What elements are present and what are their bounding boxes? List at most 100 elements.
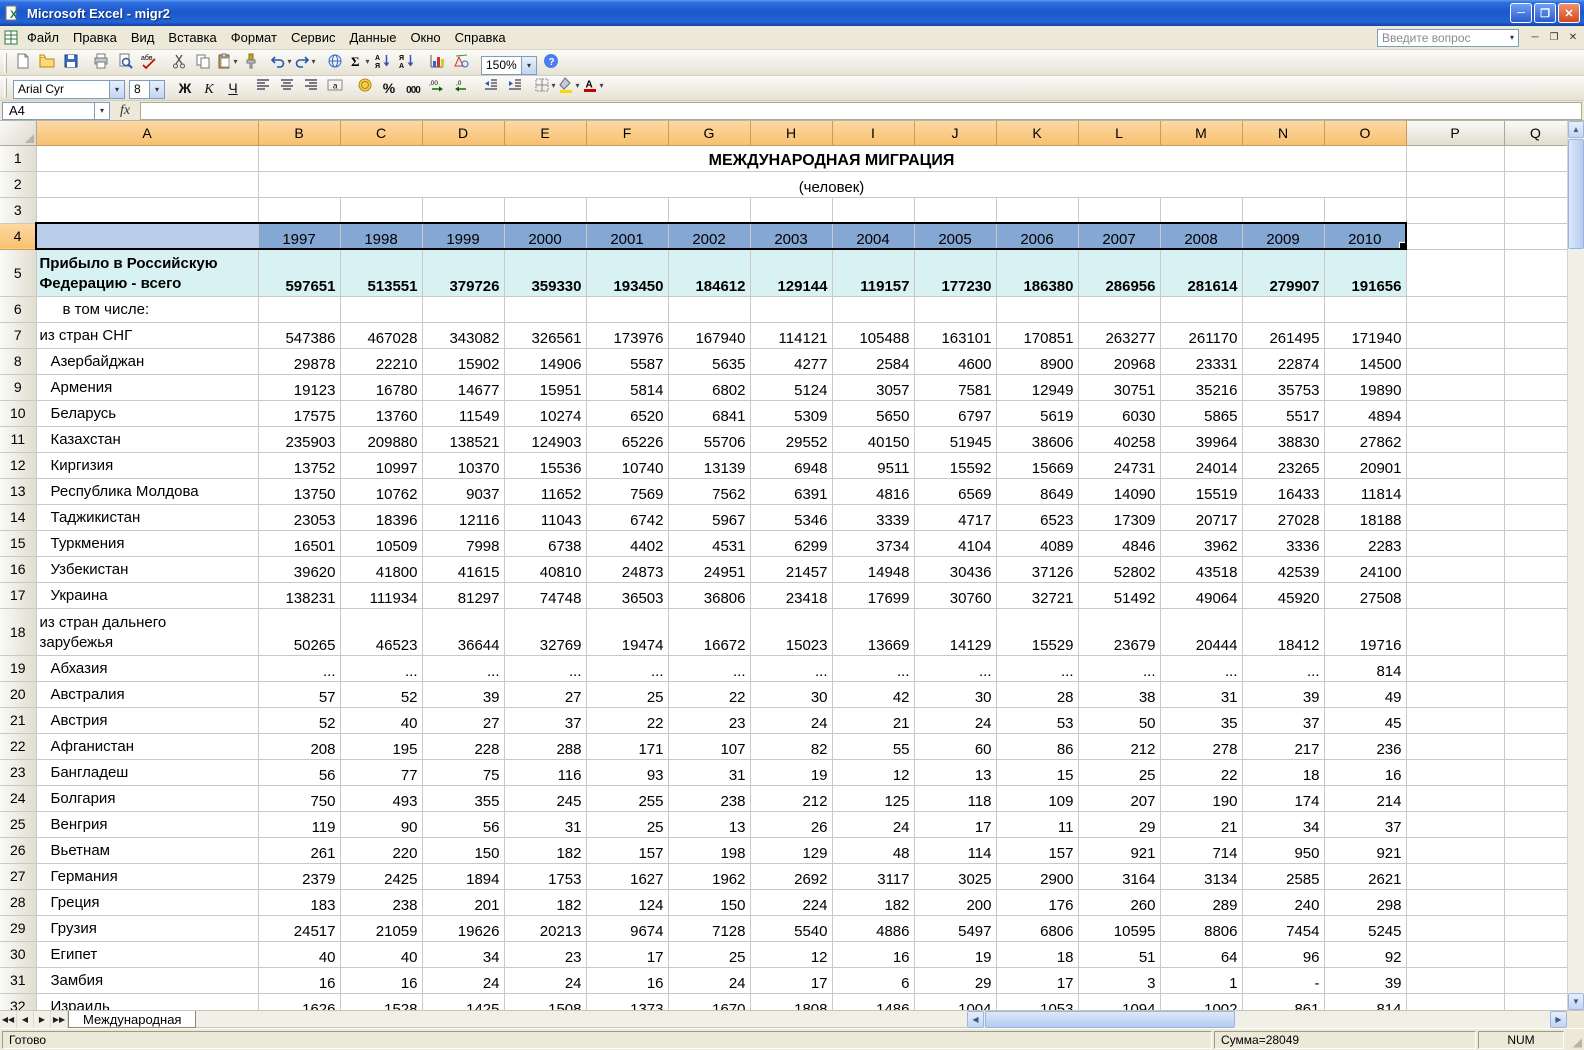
cell[interactable]: 39964 bbox=[1160, 426, 1242, 452]
cell[interactable] bbox=[1406, 863, 1504, 889]
menu-insert[interactable]: Вставка bbox=[161, 27, 223, 48]
first-sheet-button[interactable]: ◀◀ bbox=[0, 1011, 17, 1028]
cell[interactable]: 15592 bbox=[914, 452, 996, 478]
column-header-G[interactable]: G bbox=[668, 121, 750, 145]
cell[interactable]: 17 bbox=[914, 811, 996, 837]
cell[interactable]: 5814 bbox=[586, 374, 668, 400]
percent-button[interactable]: % bbox=[378, 77, 400, 99]
cell[interactable]: 13 bbox=[668, 811, 750, 837]
cell[interactable]: 1627 bbox=[586, 863, 668, 889]
cell[interactable] bbox=[1504, 171, 1567, 197]
chevron-down-icon[interactable]: ▾ bbox=[109, 81, 124, 98]
cell[interactable]: 6797 bbox=[914, 400, 996, 426]
cell[interactable] bbox=[1504, 915, 1567, 941]
cell[interactable]: 298 bbox=[1324, 889, 1406, 915]
cell[interactable]: 25 bbox=[1078, 759, 1160, 785]
row-header-18[interactable]: 18 bbox=[0, 608, 36, 655]
cell[interactable]: 55 bbox=[832, 733, 914, 759]
cell[interactable]: 30436 bbox=[914, 556, 996, 582]
cell[interactable] bbox=[36, 197, 258, 223]
cut-button[interactable] bbox=[168, 50, 190, 72]
cell[interactable]: 15951 bbox=[504, 374, 586, 400]
cell[interactable]: 184612 bbox=[668, 249, 750, 296]
column-header-L[interactable]: L bbox=[1078, 121, 1160, 145]
cell[interactable]: 36806 bbox=[668, 582, 750, 608]
cell[interactable]: 12 bbox=[832, 759, 914, 785]
cell[interactable]: 92 bbox=[1324, 941, 1406, 967]
borders-button[interactable]: ▾ bbox=[534, 74, 556, 96]
cell[interactable]: 74748 bbox=[504, 582, 586, 608]
cell[interactable]: 1626 bbox=[258, 993, 340, 1010]
cell[interactable]: 2692 bbox=[750, 863, 832, 889]
cell[interactable]: 547386 bbox=[258, 322, 340, 348]
cell[interactable]: 6523 bbox=[996, 504, 1078, 530]
cell[interactable]: 96 bbox=[1242, 941, 1324, 967]
cell[interactable]: 15536 bbox=[504, 452, 586, 478]
cell[interactable] bbox=[1504, 863, 1567, 889]
cell[interactable]: 209880 bbox=[340, 426, 422, 452]
cell[interactable]: 13750 bbox=[258, 478, 340, 504]
cell[interactable]: 5497 bbox=[914, 915, 996, 941]
cell[interactable]: 23331 bbox=[1160, 348, 1242, 374]
cell[interactable]: 1998 bbox=[340, 223, 422, 249]
cell[interactable]: 20444 bbox=[1160, 608, 1242, 655]
row-header-11[interactable]: 11 bbox=[0, 426, 36, 452]
cell[interactable]: 14948 bbox=[832, 556, 914, 582]
cell[interactable]: 22 bbox=[668, 681, 750, 707]
cell[interactable] bbox=[1504, 556, 1567, 582]
cell[interactable]: 3 bbox=[1078, 967, 1160, 993]
currency-button[interactable] bbox=[354, 74, 376, 96]
cell[interactable]: 24100 bbox=[1324, 556, 1406, 582]
previous-sheet-button[interactable]: ◀ bbox=[17, 1011, 34, 1028]
cell[interactable]: 6738 bbox=[504, 530, 586, 556]
cell[interactable]: 35753 bbox=[1242, 374, 1324, 400]
bold-button[interactable]: Ж bbox=[174, 77, 196, 99]
row-header-24[interactable]: 24 bbox=[0, 785, 36, 811]
copy-button[interactable] bbox=[192, 50, 214, 72]
cell[interactable] bbox=[1406, 400, 1504, 426]
cell[interactable]: 16672 bbox=[668, 608, 750, 655]
cell[interactable]: 6802 bbox=[668, 374, 750, 400]
cell[interactable]: ... bbox=[668, 655, 750, 681]
cell[interactable]: Израиль bbox=[36, 993, 258, 1010]
undo-button[interactable]: ▾ bbox=[270, 50, 292, 72]
last-sheet-button[interactable]: ▶▶ bbox=[51, 1011, 68, 1028]
row-header-31[interactable]: 31 bbox=[0, 967, 36, 993]
row-header-20[interactable]: 20 bbox=[0, 681, 36, 707]
cell[interactable]: 177230 bbox=[914, 249, 996, 296]
cell[interactable]: 6299 bbox=[750, 530, 832, 556]
cell[interactable]: 22874 bbox=[1242, 348, 1324, 374]
cell-merged-title[interactable]: МЕЖДУНАРОДНАЯ МИГРАЦИЯ bbox=[258, 145, 1406, 171]
column-header-H[interactable]: H bbox=[750, 121, 832, 145]
font-size-select[interactable]: 8▾ bbox=[129, 80, 165, 99]
cell[interactable]: 288 bbox=[504, 733, 586, 759]
cell[interactable] bbox=[1504, 681, 1567, 707]
cell[interactable]: 38 bbox=[1078, 681, 1160, 707]
cell[interactable]: 5967 bbox=[668, 504, 750, 530]
cell[interactable]: 17 bbox=[586, 941, 668, 967]
column-header-N[interactable]: N bbox=[1242, 121, 1324, 145]
cell[interactable]: 1962 bbox=[668, 863, 750, 889]
cell[interactable]: Прибыло в Российскую Федерацию - всего bbox=[36, 249, 258, 296]
cell[interactable]: 15519 bbox=[1160, 478, 1242, 504]
cell[interactable]: 861 bbox=[1242, 993, 1324, 1010]
cell[interactable]: 11 bbox=[996, 811, 1078, 837]
cell[interactable]: Египет bbox=[36, 941, 258, 967]
increase-indent-button[interactable] bbox=[504, 74, 526, 96]
cell[interactable]: Австралия bbox=[36, 681, 258, 707]
cell[interactable]: Германия bbox=[36, 863, 258, 889]
cell[interactable]: 93 bbox=[586, 759, 668, 785]
decrease-indent-button[interactable] bbox=[480, 74, 502, 96]
cell[interactable]: 40 bbox=[340, 707, 422, 733]
cell[interactable]: Замбия bbox=[36, 967, 258, 993]
cell[interactable]: 2621 bbox=[1324, 863, 1406, 889]
cell[interactable]: 10762 bbox=[340, 478, 422, 504]
cell[interactable]: ... bbox=[996, 655, 1078, 681]
cell[interactable]: 355 bbox=[422, 785, 504, 811]
cell[interactable]: 27028 bbox=[1242, 504, 1324, 530]
cell[interactable]: 21 bbox=[832, 707, 914, 733]
cell[interactable] bbox=[1504, 322, 1567, 348]
cell[interactable]: 40810 bbox=[504, 556, 586, 582]
cell[interactable]: 37 bbox=[1242, 707, 1324, 733]
cell[interactable]: 921 bbox=[1324, 837, 1406, 863]
